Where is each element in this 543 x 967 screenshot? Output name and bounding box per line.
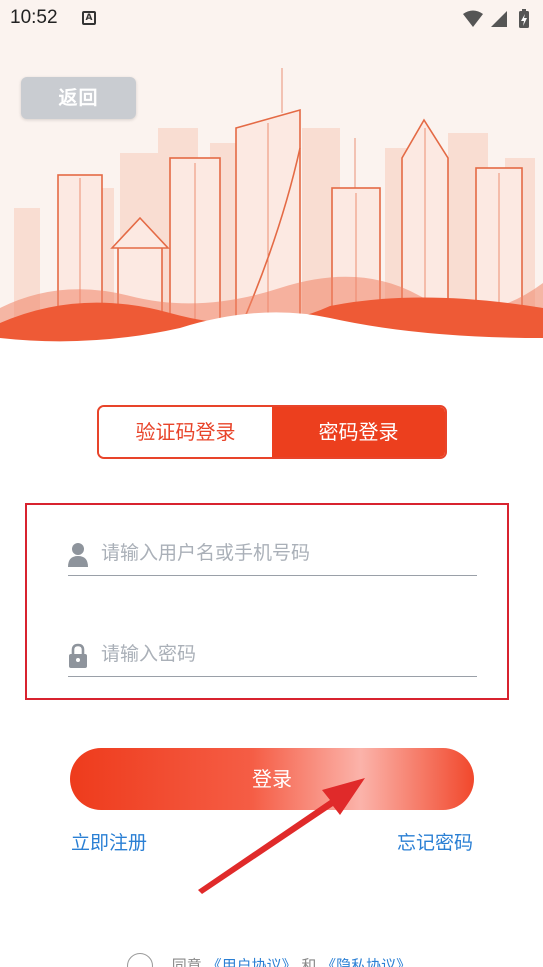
username-input[interactable]	[101, 536, 471, 570]
tab-sms-login[interactable]: 验证码登录	[99, 407, 272, 457]
back-button[interactable]: 返回	[21, 77, 136, 119]
password-field	[68, 617, 477, 677]
user-icon	[68, 543, 88, 567]
status-icons	[461, 8, 533, 34]
a-icon: A	[82, 11, 96, 25]
status-bar: 10:52 A	[0, 0, 543, 38]
user-agreement-link[interactable]: 《用户协议》	[207, 957, 297, 967]
forgot-password-link[interactable]: 忘记密码	[397, 828, 473, 855]
agreement-and: 和	[301, 956, 317, 967]
password-input[interactable]	[101, 637, 471, 671]
agreement-prefix: 同意	[171, 956, 202, 967]
annotation-arrow-icon	[198, 778, 365, 894]
lock-icon	[69, 643, 87, 668]
wifi-signal-battery-icons	[463, 9, 529, 28]
status-time: 10:52	[10, 7, 58, 28]
register-link[interactable]: 立即注册	[71, 828, 147, 855]
agreement-radio[interactable]	[127, 953, 153, 967]
agreement-row: 同意 《用户协议》 和 《隐私协议》	[127, 953, 411, 967]
login-mode-tabs: 验证码登录 密码登录	[97, 405, 447, 459]
username-field	[68, 516, 477, 576]
privacy-policy-link[interactable]: 《隐私协议》	[321, 957, 411, 967]
tab-password-login[interactable]: 密码登录	[272, 407, 445, 457]
